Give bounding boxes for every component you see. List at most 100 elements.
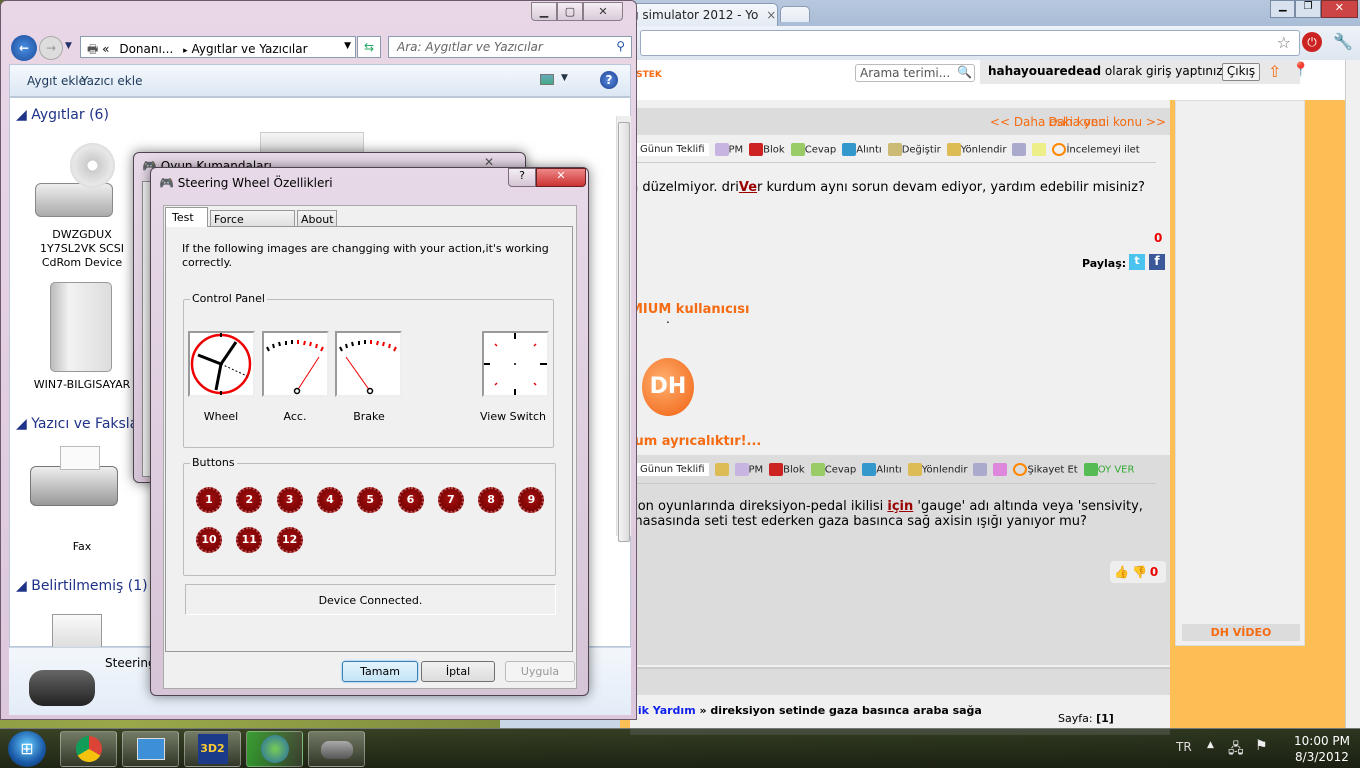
pm-button[interactable]: PM <box>734 463 763 476</box>
logout-button[interactable]: Çıkış <box>1222 63 1260 81</box>
search-icon[interactable]: 🔍 <box>957 65 972 79</box>
help-button[interactable]: ? <box>508 168 536 187</box>
breadcrumb-link[interactable]: nik Yardım <box>630 704 696 717</box>
folder-icon[interactable] <box>993 463 1008 476</box>
computer-icon[interactable] <box>50 282 112 372</box>
action-center-flag-icon[interactable]: ⚑ <box>1255 738 1268 754</box>
back-button[interactable]: ← <box>11 35 37 61</box>
tab-about[interactable]: About <box>297 210 337 227</box>
refresh-icon[interactable]: ⇆ <box>357 36 381 58</box>
username[interactable]: hahayouaredead <box>988 64 1101 78</box>
wrench-icon[interactable]: 🔧 <box>1333 32 1353 51</box>
document-icon[interactable] <box>973 463 988 476</box>
reply-button[interactable]: Cevap <box>810 463 856 476</box>
scrollbar-thumb[interactable] <box>618 122 630 542</box>
taskbar-control-panel[interactable] <box>122 731 179 767</box>
minimize-button[interactable]: ▁ <box>1270 0 1296 18</box>
daily-offer-link[interactable]: Günun Teklifi <box>636 463 709 476</box>
page-number[interactable]: [1] <box>1096 712 1114 725</box>
tab-test[interactable]: Test <box>165 207 208 227</box>
thumbs-up-icon[interactable]: 👍 <box>1114 565 1129 579</box>
pin-icon[interactable]: 📍 <box>1292 62 1309 78</box>
pm-button[interactable]: PM <box>714 143 743 156</box>
clock[interactable]: 10:00 PM 8/3/2012 <box>1290 733 1354 765</box>
taskbar-game-controllers[interactable] <box>308 731 365 767</box>
history-dropdown-icon[interactable]: ▼ <box>65 41 72 51</box>
taskbar-3d2[interactable]: 3D2 <box>184 731 241 767</box>
block-button[interactable]: Blok <box>749 143 785 156</box>
arrow-up-icon[interactable]: ⇧ <box>1268 62 1281 81</box>
forward-button[interactable]: → <box>39 36 63 60</box>
stop-icon[interactable]: ⏻ <box>1302 32 1322 52</box>
forum-search-input[interactable]: Arama terimi... 🔍 <box>855 64 975 82</box>
quote-button[interactable]: Alıntı <box>862 463 902 476</box>
report-button[interactable]: Şikayet Et <box>1013 463 1078 476</box>
envelope-icon[interactable] <box>714 463 729 476</box>
scrollbar[interactable] <box>616 116 631 542</box>
facebook-icon[interactable]: f <box>1149 254 1165 270</box>
add-device-button[interactable]: Aygıt ekle <box>27 74 86 88</box>
device-label[interactable]: DWZGDUX 1Y7SL2VK SCSI CdRom Device <box>27 228 137 270</box>
next-topic-link[interactable]: Daha yeni konu >> <box>1048 115 1166 129</box>
dh-video-link[interactable]: DH VİDEO <box>1182 624 1300 641</box>
network-icon[interactable]: 🖧 <box>1228 738 1244 762</box>
new-tab-button[interactable] <box>780 6 810 22</box>
breadcrumb-devices[interactable]: Aygıtlar ve Yazıcılar <box>191 42 307 56</box>
address-bar[interactable]: 🖶 « Donanı... ▸ Aygıtlar ve Yazıcılar ▼ <box>80 36 356 58</box>
show-hidden-icons[interactable]: ▲ <box>1207 740 1214 750</box>
cancel-button[interactable]: İptal <box>421 661 495 682</box>
group-unspecified[interactable]: ◢ Belirtilmemiş (1) <box>16 578 148 594</box>
page-scrollbar[interactable] <box>1345 60 1360 728</box>
address-dropdown-icon[interactable]: ▼ <box>344 41 351 51</box>
group-printers[interactable]: ◢ Yazıcı ve Fakslar <box>16 416 144 432</box>
document-icon[interactable] <box>1012 143 1027 156</box>
star-icon[interactable]: ☆ <box>1277 33 1291 52</box>
unspecified-device-icon[interactable] <box>52 614 102 648</box>
test-tab-page: If the following images are changging wi… <box>165 226 573 652</box>
taskbar-download-manager[interactable] <box>246 731 303 767</box>
search-input[interactable]: Ara: Aygıtlar ve Yazıcılar ⚲ <box>388 36 632 58</box>
taskbar-chrome[interactable] <box>60 731 117 767</box>
tab-force-feedback[interactable]: Force Feedback <box>210 210 295 239</box>
fax-icon[interactable] <box>30 466 118 506</box>
view-dropdown-icon[interactable]: ▼ <box>561 73 568 83</box>
view-icon[interactable] <box>540 74 554 85</box>
address-bar[interactable]: ☆ <box>640 30 1300 56</box>
language-indicator[interactable]: TR <box>1176 740 1192 754</box>
breadcrumb-hardware[interactable]: Donanı... <box>119 42 173 56</box>
add-printer-button[interactable]: Yazıcı ekle <box>81 74 142 88</box>
group-devices[interactable]: ◢ Aygıtlar (6) <box>16 107 109 123</box>
close-button[interactable]: ✕ <box>536 168 586 187</box>
view-switch-gauge <box>482 331 549 397</box>
ok-button[interactable]: Tamam <box>342 661 418 682</box>
search-icon[interactable]: ⚲ <box>616 39 625 53</box>
device-label[interactable]: WIN7-BILGISAYAR <box>27 378 137 392</box>
breadcrumb-separator[interactable]: ▸ <box>183 46 188 56</box>
twitter-icon[interactable]: t <box>1129 254 1145 270</box>
daily-offer-link[interactable]: Günun Teklifi <box>636 143 709 156</box>
edit-button[interactable]: Değiştir <box>887 143 941 156</box>
close-button[interactable]: ✕ <box>583 2 623 21</box>
minimize-button[interactable]: ▁ <box>531 2 557 21</box>
block-button[interactable]: Blok <box>769 463 805 476</box>
browser-tab[interactable]: g simulator 2012 - Yo × <box>620 3 778 26</box>
address-overflow[interactable]: « <box>102 42 109 56</box>
close-button[interactable]: ✕ <box>1320 0 1358 18</box>
cdrom-device[interactable] <box>35 143 115 223</box>
tab-close-icon[interactable]: × <box>766 8 776 22</box>
forward-button[interactable]: Yönlendir <box>946 143 1006 156</box>
send-review-button[interactable]: İncelemeyi ilet <box>1052 143 1140 156</box>
forward-button[interactable]: Yönlendir <box>907 463 967 476</box>
folder-icon[interactable] <box>1032 143 1047 156</box>
device-label[interactable]: Fax <box>27 540 137 554</box>
thumbs-down-icon[interactable]: 👎 <box>1132 565 1147 579</box>
quote-button[interactable]: Alıntı <box>842 143 882 156</box>
maximize-button[interactable]: ▢ <box>557 2 583 21</box>
keyword-link[interactable]: için <box>887 499 913 514</box>
help-icon[interactable]: ? <box>600 71 618 89</box>
keyword-link[interactable]: Ve <box>739 180 757 195</box>
start-button[interactable]: ⊞ <box>8 731 46 767</box>
maximize-button[interactable]: ❐ <box>1295 0 1321 18</box>
vote-button[interactable]: OY VER <box>1083 463 1134 476</box>
reply-button[interactable]: Cevap <box>790 143 836 156</box>
